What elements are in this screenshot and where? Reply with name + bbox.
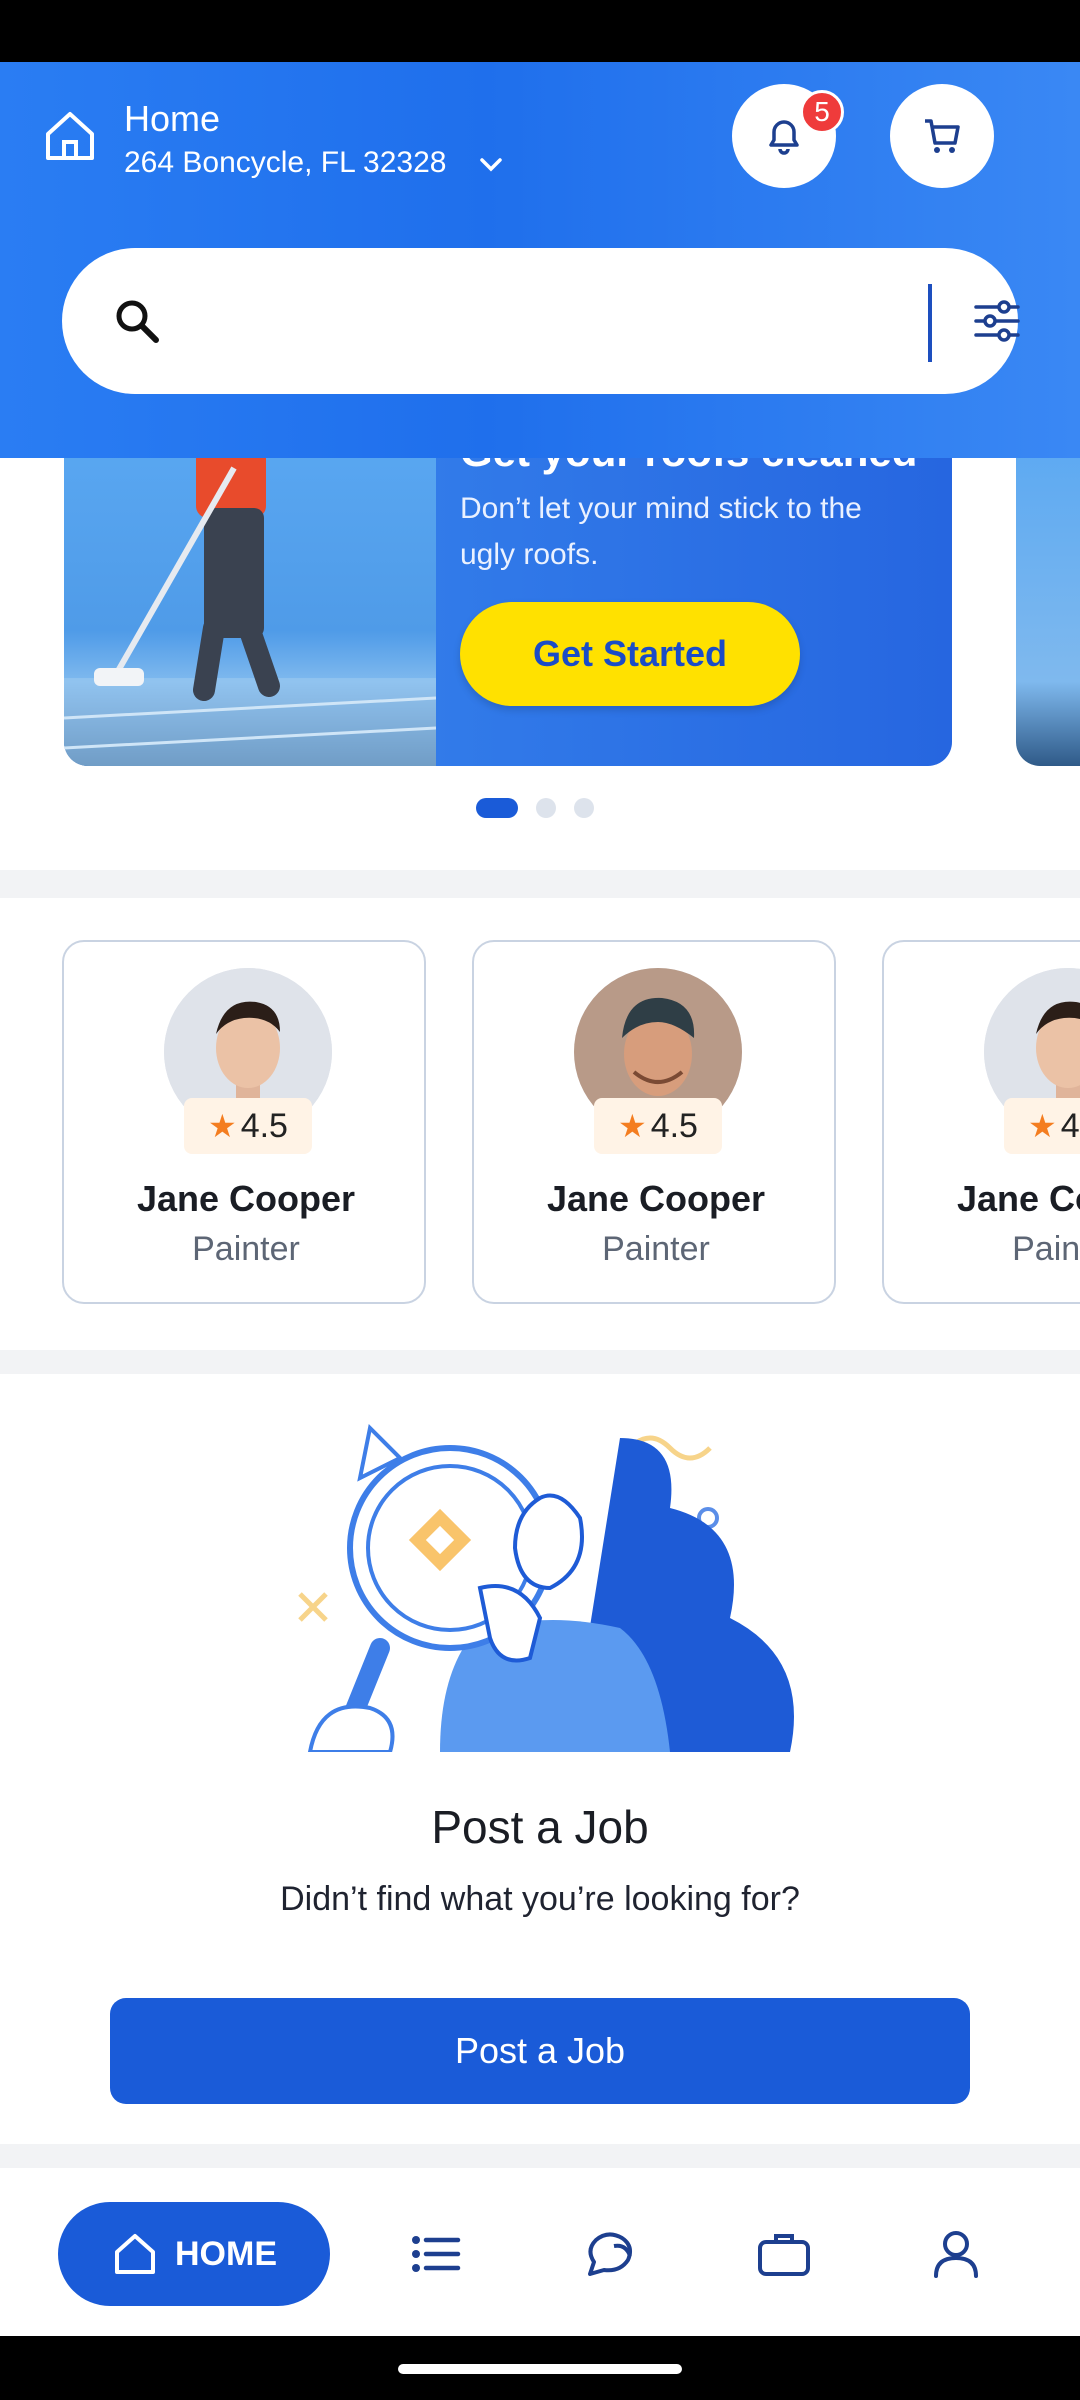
carousel-indicator: [476, 798, 594, 818]
next-banner-peek[interactable]: [1016, 458, 1080, 766]
get-started-button[interactable]: Get Started: [460, 602, 800, 706]
rating-value: 4.5: [240, 1106, 288, 1145]
nav-list-tab[interactable]: [396, 2214, 476, 2294]
worker-role: Painter: [192, 1230, 300, 1268]
section-divider: [0, 1350, 1080, 1374]
search-divider: [928, 284, 932, 362]
rating-value: 4.5: [1060, 1106, 1080, 1145]
search-illustration: [298, 1423, 794, 1752]
carousel-dot[interactable]: [574, 798, 594, 818]
nav-home-tab[interactable]: HOME: [58, 2202, 330, 2306]
worker-rating: ★ 4.5: [594, 1098, 722, 1154]
search-input[interactable]: [182, 284, 902, 358]
post-job-title: Post a Job: [431, 1801, 649, 1853]
carousel-dot[interactable]: [536, 798, 556, 818]
profile-icon: [934, 2231, 978, 2278]
home-icon: [115, 2234, 155, 2274]
rating-value: 4.5: [650, 1106, 698, 1145]
worker-name: Jane Cooper: [956, 1178, 1080, 1219]
carousel-dot-active[interactable]: [476, 798, 518, 818]
chat-icon: [588, 2232, 632, 2276]
worker-card[interactable]: ★ 4.5 Jane Cooper Painter: [472, 940, 836, 1304]
briefcase-icon: [758, 2234, 810, 2276]
banner-title: Get your roofs cleaned: [460, 458, 917, 476]
post-job-button[interactable]: Post a Job: [110, 1998, 970, 2104]
notification-badge: 5: [800, 90, 844, 134]
status-bar: [0, 0, 1080, 62]
cart-icon: [925, 119, 960, 153]
bottom-navigation: HOME: [0, 2168, 1080, 2336]
worker-name: Jane Cooper: [546, 1178, 766, 1219]
worker-card[interactable]: ★ 4.5 Jane Cooper Painter: [882, 940, 1080, 1304]
chevron-down-icon[interactable]: [474, 148, 508, 182]
worker-rating: ★ 4.5: [1004, 1098, 1080, 1154]
location-address[interactable]: 264 Boncycle, FL 32328: [124, 146, 446, 180]
bell-icon: [769, 120, 799, 155]
location-title[interactable]: Home: [124, 98, 220, 140]
workers-carousel[interactable]: ★ 4.5 Jane Cooper Painter ★ 4.5 Jane Coo…: [0, 898, 1080, 1350]
worker-card[interactable]: ★ 4.5 Jane Cooper Painter: [62, 940, 426, 1304]
nav-home-label: HOME: [175, 2234, 277, 2273]
nav-jobs-tab[interactable]: [744, 2214, 824, 2294]
search-bar[interactable]: [62, 248, 1020, 394]
nav-chat-tab[interactable]: [570, 2214, 650, 2294]
star-icon: ★: [618, 1108, 647, 1144]
banner-description: Don’t let your mind stick to the ugly ro…: [460, 492, 862, 571]
promo-banner[interactable]: Get your roofs cleaned Don’t let your mi…: [64, 458, 952, 766]
list-icon: [412, 2236, 461, 2272]
worker-role: Painter: [602, 1230, 710, 1268]
star-icon: ★: [208, 1108, 237, 1144]
home-icon[interactable]: [40, 106, 100, 166]
filter-icon[interactable]: [968, 292, 1026, 350]
search-icon: [116, 300, 159, 343]
banner-photo: [64, 458, 437, 766]
home-indicator[interactable]: [398, 2364, 682, 2374]
promo-carousel[interactable]: Get your roofs cleaned Don’t let your mi…: [0, 458, 1080, 870]
header: Home 264 Boncycle, FL 32328 5: [0, 62, 1080, 458]
worker-rating: ★ 4.5: [184, 1098, 312, 1154]
post-job-subtitle: Didn’t find what you’re looking for?: [280, 1880, 800, 1918]
worker-role: Painter: [1012, 1230, 1080, 1268]
nav-profile-tab[interactable]: [916, 2214, 996, 2294]
worker-name: Jane Cooper: [136, 1178, 356, 1219]
cart-button[interactable]: [890, 84, 994, 188]
section-divider: [0, 2144, 1080, 2168]
section-divider: [0, 870, 1080, 898]
star-icon: ★: [1028, 1108, 1057, 1144]
roof-cleaner-image: [64, 458, 437, 766]
post-job-section: Post a Job Didn’t find what you’re looki…: [0, 1374, 1080, 2144]
